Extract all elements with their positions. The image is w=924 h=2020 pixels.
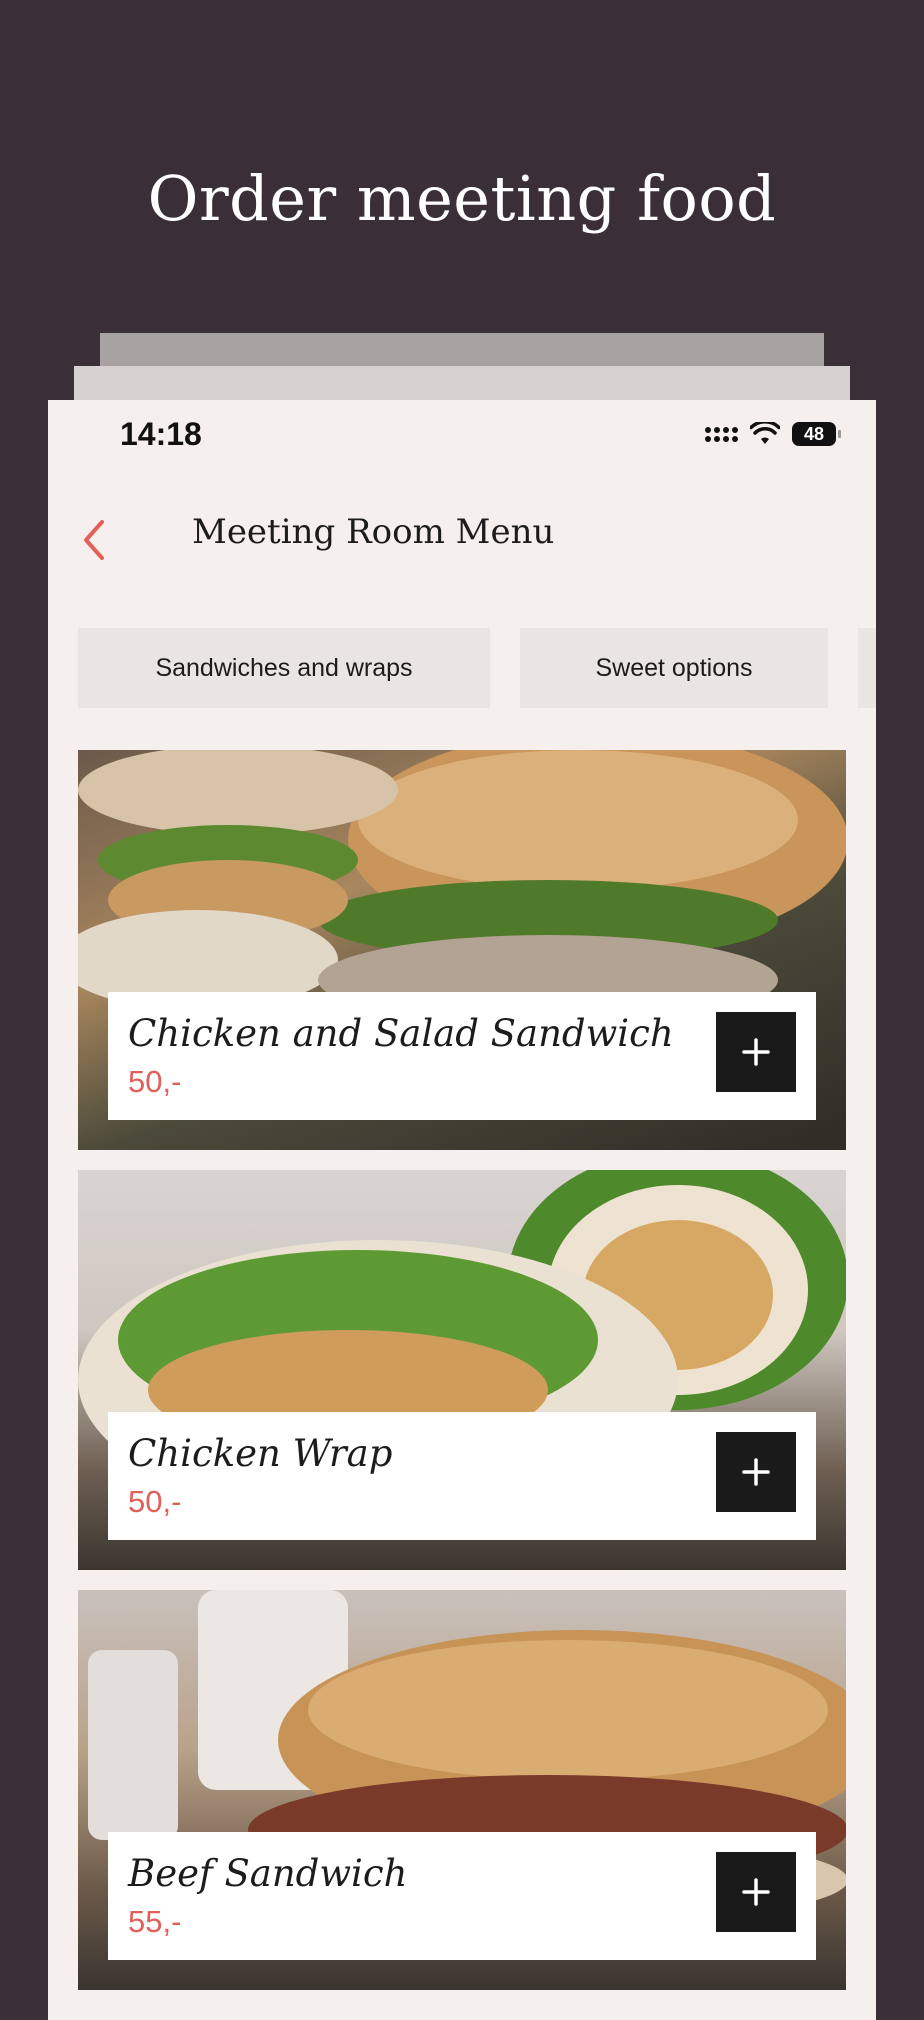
wifi-icon — [750, 422, 780, 444]
back-button[interactable] — [74, 510, 114, 570]
headline: Order meeting food — [147, 161, 777, 235]
plus-icon — [742, 1038, 770, 1066]
page-title: Meeting Room Menu — [192, 512, 555, 552]
category-tabs: Sandwiches and wraps Sweet options — [78, 628, 876, 708]
item-price: 50,- — [128, 1064, 182, 1099]
battery-icon: 48 — [792, 422, 841, 446]
status-bar: 14:18 48 — [48, 400, 876, 470]
menu-item-info: Beef Sandwich 55,- — [108, 1832, 816, 1960]
cellular-signal-icon — [705, 426, 738, 442]
status-time: 14:18 — [120, 416, 202, 452]
chevron-left-icon — [84, 520, 104, 560]
nav-bar: Meeting Room Menu — [48, 500, 876, 580]
plus-icon — [742, 1458, 770, 1486]
menu-item-card[interactable]: Chicken Wrap 50,- — [78, 1170, 846, 1570]
add-to-order-button[interactable] — [716, 1012, 796, 1092]
menu-item-info: Chicken Wrap 50,- — [108, 1412, 816, 1540]
menu-item-card[interactable]: Chicken and Salad Sandwich 50,- — [78, 750, 846, 1150]
add-to-order-button[interactable] — [716, 1432, 796, 1512]
item-name: Chicken and Salad Sandwich — [128, 1012, 674, 1055]
status-icons: 48 — [705, 422, 841, 446]
item-price: 50,- — [128, 1484, 182, 1519]
tab-more[interactable] — [858, 628, 876, 708]
phone-screen: 14:18 48 Meeting Room Menu Sandwiches an… — [48, 400, 876, 2020]
tab-sweet-options[interactable]: Sweet options — [520, 628, 828, 708]
tab-sandwiches-and-wraps[interactable]: Sandwiches and wraps — [78, 628, 490, 708]
item-name: Beef Sandwich — [128, 1852, 408, 1895]
add-to-order-button[interactable] — [716, 1852, 796, 1932]
menu-item-card[interactable]: Beef Sandwich 55,- — [78, 1590, 846, 1990]
item-price: 55,- — [128, 1904, 182, 1939]
menu-item-info: Chicken and Salad Sandwich 50,- — [108, 992, 816, 1120]
item-name: Chicken Wrap — [128, 1432, 393, 1475]
plus-icon — [742, 1878, 770, 1906]
